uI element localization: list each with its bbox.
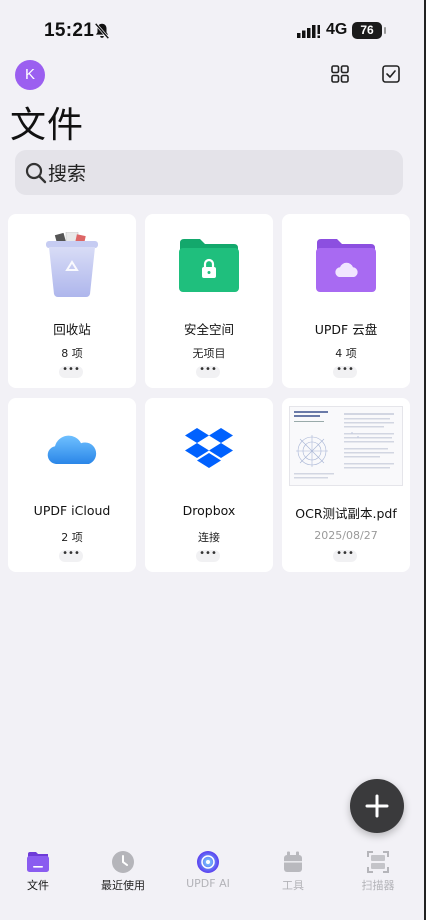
- search-bar[interactable]: 搜索: [15, 150, 403, 195]
- more-options-icon[interactable]: •••: [196, 549, 220, 562]
- tab-label: 工具: [282, 879, 304, 892]
- add-button[interactable]: [350, 779, 404, 833]
- tab-tools[interactable]: 工具: [251, 845, 335, 905]
- tab-label: 最近使用: [101, 879, 145, 892]
- tab-label: 文件: [27, 879, 49, 892]
- scanner-icon: [367, 851, 389, 873]
- card-date: 2025/08/27: [314, 529, 378, 542]
- battery-indicator: 76: [352, 22, 386, 39]
- card-pdf-file[interactable]: OCR测试副本.pdf 2025/08/27 •••: [282, 398, 410, 572]
- status-bar: 15:21 4G 76: [0, 18, 426, 46]
- cloud-folder-icon: [316, 239, 376, 292]
- card-title: 安全空间: [183, 322, 234, 337]
- ai-icon: [197, 851, 219, 873]
- card-title: UPDF iCloud: [33, 503, 111, 518]
- tab-updf-ai[interactable]: UPDF AI: [166, 845, 250, 905]
- dropbox-icon: [185, 428, 233, 468]
- card-count: 8 项: [61, 347, 83, 360]
- tab-label: 扫描器: [361, 879, 395, 892]
- plus-icon: [365, 794, 389, 818]
- files-icon: [27, 852, 49, 872]
- tab-files[interactable]: 文件: [0, 845, 80, 905]
- search-input[interactable]: 搜索: [48, 159, 86, 186]
- card-secure-space[interactable]: 安全空间 无项目 •••: [145, 214, 273, 388]
- select-checkbox-icon[interactable]: [381, 64, 401, 84]
- trash-bin-icon: [46, 232, 98, 297]
- card-title: UPDF 云盘: [314, 322, 378, 337]
- card-updf-cloud[interactable]: UPDF 云盘 4 项 •••: [282, 214, 410, 388]
- grid-view-icon[interactable]: [330, 64, 350, 84]
- card-status: 连接: [198, 531, 220, 544]
- icloud-icon: [47, 435, 97, 464]
- pdf-thumbnail: [289, 406, 403, 486]
- more-options-icon[interactable]: •••: [196, 365, 220, 378]
- card-dropbox[interactable]: Dropbox 连接 •••: [145, 398, 273, 572]
- secure-folder-icon: [179, 239, 239, 292]
- card-count: 4 项: [335, 347, 357, 360]
- bell-muted-icon: [94, 22, 110, 40]
- card-recycle-bin[interactable]: 回收站 8 项 •••: [8, 214, 136, 388]
- toolbox-icon: [284, 851, 302, 872]
- status-time: 15:21: [44, 20, 95, 41]
- clock-icon: [112, 851, 134, 873]
- network-type: 4G: [326, 21, 348, 38]
- more-options-icon[interactable]: •••: [333, 549, 357, 562]
- signal-icon: [297, 25, 320, 38]
- search-icon: [25, 162, 47, 184]
- card-icloud[interactable]: UPDF iCloud 2 项 •••: [8, 398, 136, 572]
- card-title: Dropbox: [182, 503, 236, 518]
- tab-label: UPDF AI: [186, 877, 230, 890]
- card-title: OCR测试副本.pdf: [295, 506, 397, 521]
- tab-scanner[interactable]: 扫描器: [336, 845, 420, 905]
- avatar[interactable]: K: [15, 60, 45, 90]
- more-options-icon[interactable]: •••: [59, 549, 83, 562]
- tab-recent[interactable]: 最近使用: [81, 845, 165, 905]
- more-options-icon[interactable]: •••: [59, 365, 83, 378]
- card-count: 2 项: [61, 531, 83, 544]
- card-count: 无项目: [192, 347, 226, 360]
- card-title: 回收站: [53, 322, 91, 337]
- bottom-tab-bar: 文件 最近使用 UPDF AI 工具 扫描器: [0, 845, 426, 920]
- more-options-icon[interactable]: •••: [333, 365, 357, 378]
- page-title: 文件: [10, 105, 85, 146]
